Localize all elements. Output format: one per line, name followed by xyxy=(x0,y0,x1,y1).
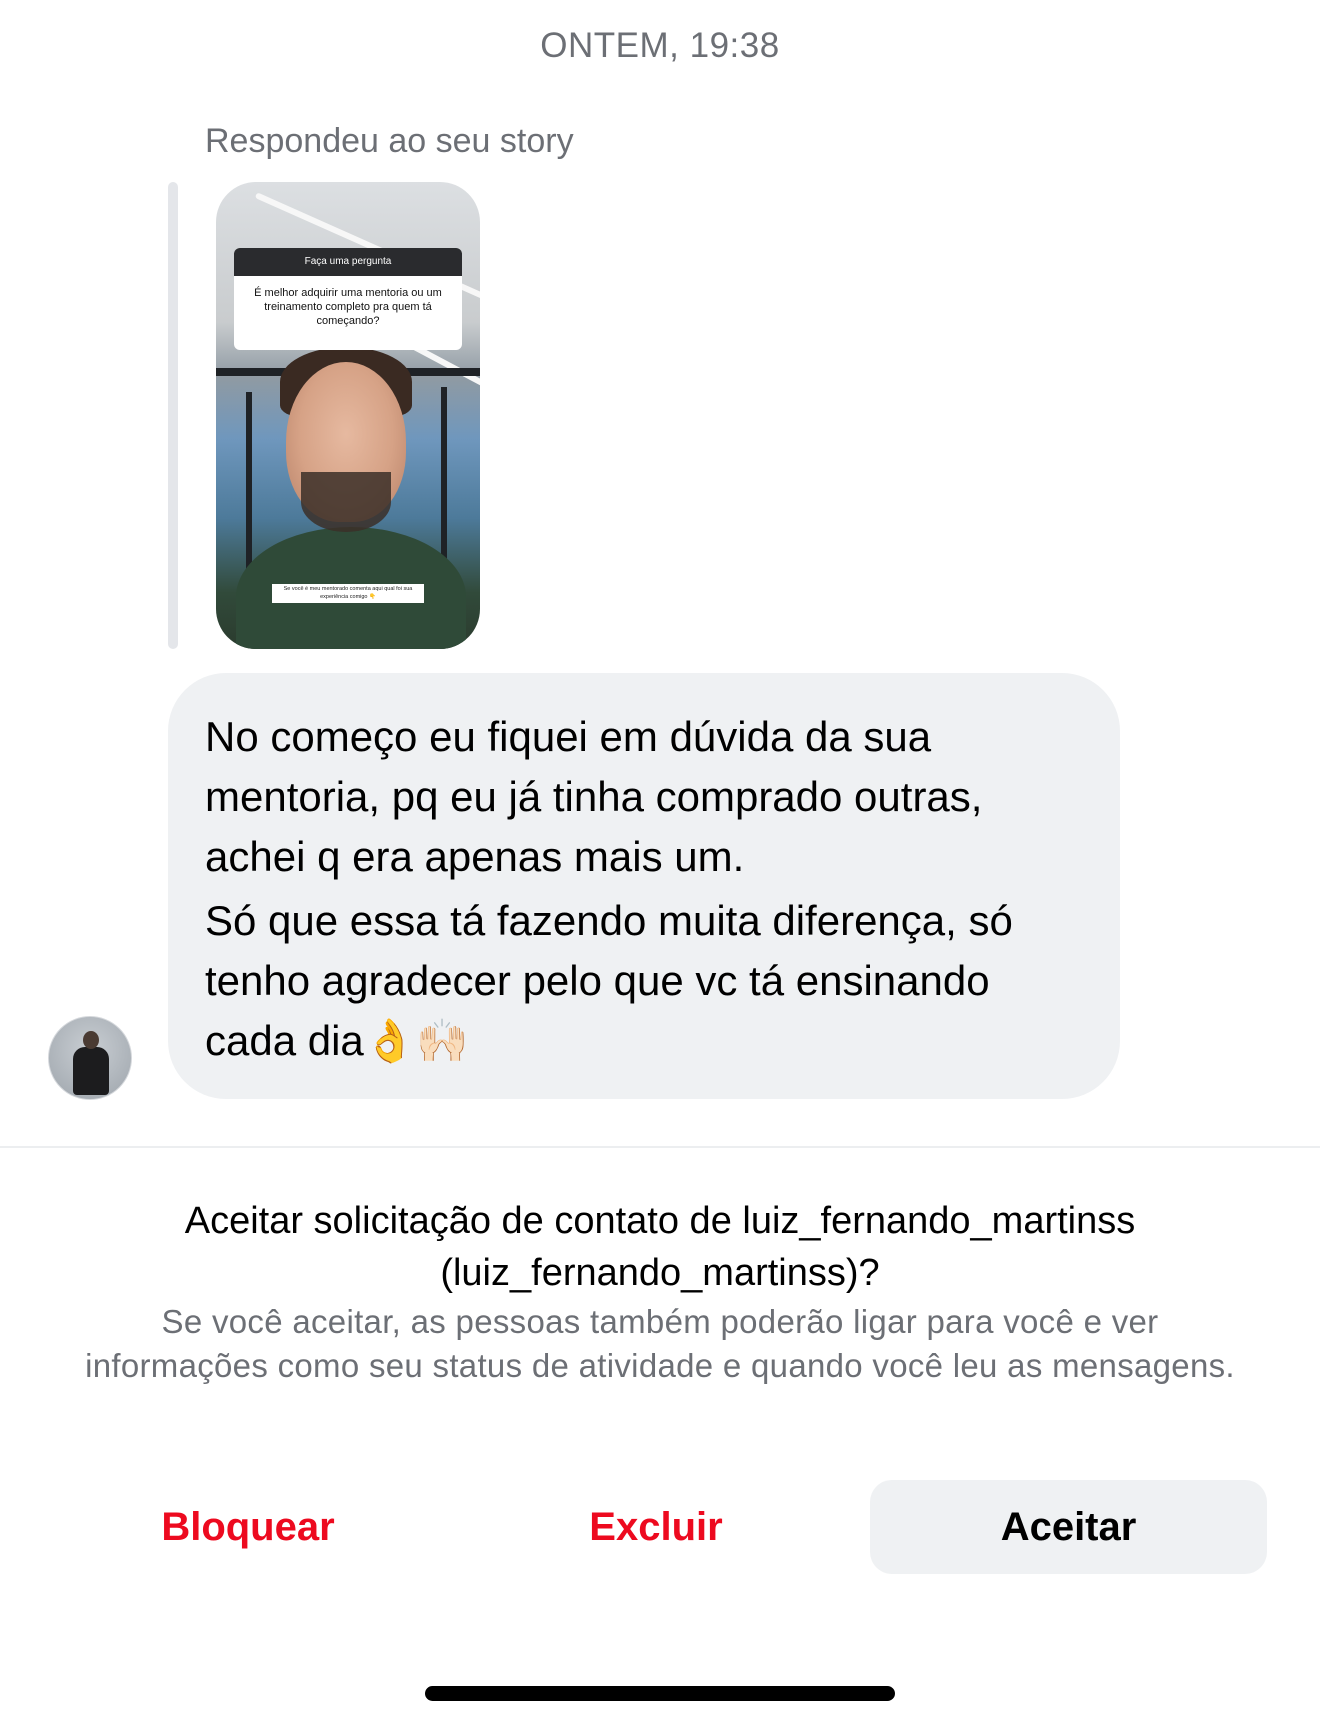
message-text: No começo eu fiquei em dúvida da sua men… xyxy=(205,713,983,880)
question-sticker: Faça uma pergunta É melhor adquirir uma … xyxy=(234,248,462,350)
delete-button[interactable]: Excluir xyxy=(456,1480,856,1574)
sender-avatar[interactable] xyxy=(48,1016,132,1100)
accept-button[interactable]: Aceitar xyxy=(870,1480,1267,1574)
divider xyxy=(0,1146,1320,1148)
story-thumbnail[interactable]: Faça uma pergunta É melhor adquirir uma … xyxy=(216,182,480,649)
message-text: Só que essa tá fazendo muita diferença, … xyxy=(205,897,1013,1064)
request-actions: Bloquear Excluir Aceitar xyxy=(0,1480,1320,1574)
message-bubble[interactable]: No começo eu fiquei em dúvida da sua men… xyxy=(168,673,1120,1099)
block-button[interactable]: Bloquear xyxy=(48,1480,448,1574)
home-indicator[interactable] xyxy=(425,1686,895,1701)
request-description: Se você aceitar, as pessoas também poder… xyxy=(85,1303,1235,1384)
avatar-figure-body xyxy=(73,1047,109,1095)
question-sticker-text: É melhor adquirir uma mentoria ou um tre… xyxy=(254,287,442,327)
person-beard xyxy=(301,472,391,532)
message-timestamp: ONTEM, 19:38 xyxy=(540,26,780,65)
question-sticker-header: Faça uma pergunta xyxy=(234,248,462,276)
story-caption: Se você é meu mentorado comenta aqui qua… xyxy=(272,584,424,603)
request-title: Aceitar solicitação de contato de luiz_f… xyxy=(184,1200,1136,1294)
reply-quote-bar xyxy=(168,182,178,649)
story-reply-label: Respondeu ao seu story xyxy=(205,122,574,160)
avatar-figure-head xyxy=(83,1031,99,1049)
